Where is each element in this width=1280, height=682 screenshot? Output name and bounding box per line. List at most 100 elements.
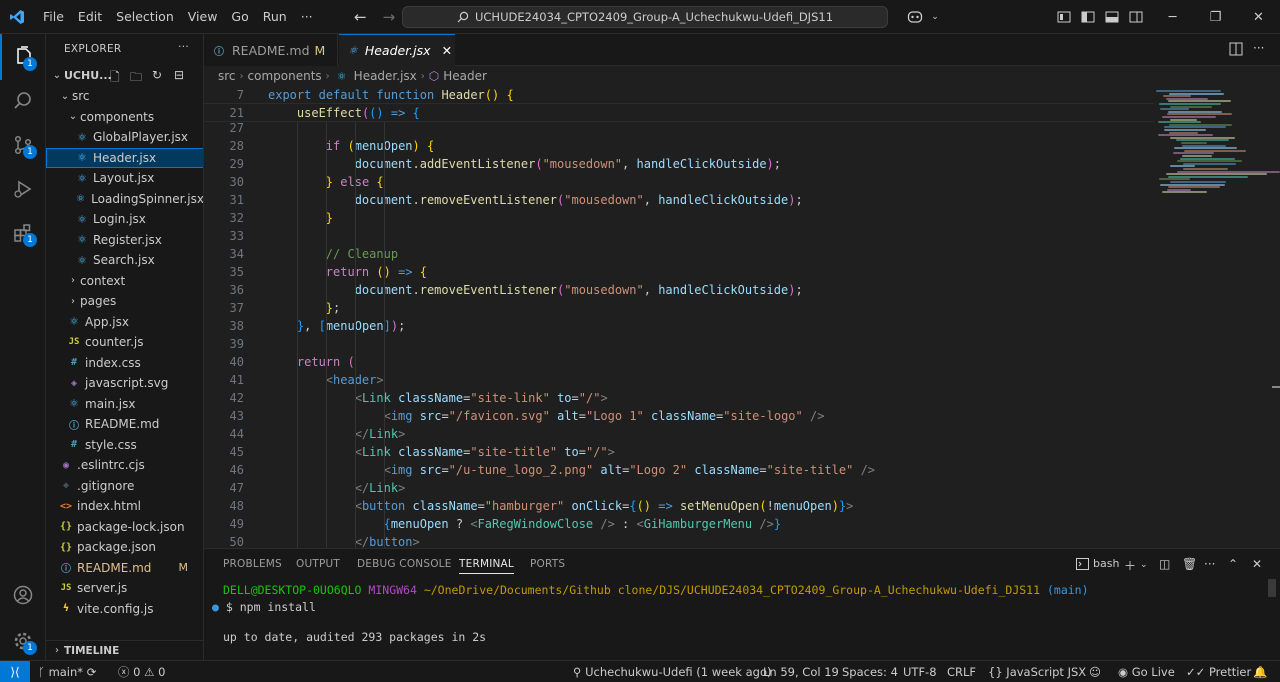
indentation[interactable]: Spaces: 4: [842, 661, 898, 682]
tab-readme[interactable]: ⓘ README.md M ●: [204, 34, 347, 66]
breadcrumb-symbol[interactable]: Header: [443, 69, 487, 83]
code-line[interactable]: 44 </Link>: [204, 425, 1154, 443]
copilot-icon[interactable]: [900, 0, 930, 34]
explorer-item-layout-jsx[interactable]: ⚛ Layout.jsx: [46, 168, 203, 189]
editor-scrollbar[interactable]: [1266, 86, 1280, 548]
close-tab-icon[interactable]: ✕: [442, 43, 452, 58]
explorer-item-vite-config-js[interactable]: ϟ vite.config.js: [46, 599, 203, 620]
go-live-button[interactable]: ◉ Go Live: [1118, 661, 1175, 682]
menu-item-more[interactable]: ···: [294, 0, 320, 34]
language-mode[interactable]: {} JavaScript JSX: [988, 661, 1086, 682]
explorer-activity-icon[interactable]: 1: [0, 34, 46, 80]
code-line[interactable]: 46 <img src="/u-tune_logo_2.png" alt="Lo…: [204, 461, 1154, 479]
explorer-item-readme-md[interactable]: ⓘ README.md: [46, 414, 203, 435]
restore-button[interactable]: ❐: [1194, 0, 1237, 34]
explorer-item-javascript-svg[interactable]: ◈ javascript.svg: [46, 373, 203, 394]
manage-gear-icon[interactable]: 1: [0, 618, 46, 664]
terminal-shell-selector[interactable]: bash: [1076, 557, 1119, 570]
collapse-all-icon[interactable]: ⊟: [174, 68, 184, 82]
line-endings[interactable]: CRLF: [947, 661, 976, 682]
tab-header-jsx[interactable]: ⚛ Header.jsx ✕: [339, 34, 455, 66]
panel-tab-debug-console[interactable]: DEBUG CONSOLE: [357, 558, 452, 570]
encoding[interactable]: UTF-8: [903, 661, 937, 682]
panel-tab-problems[interactable]: PROBLEMS: [223, 558, 282, 570]
explorer-item-globalplayer-jsx[interactable]: ⚛ GlobalPlayer.jsx: [46, 127, 203, 148]
code-line[interactable]: 35 return () => {: [204, 263, 1154, 281]
remote-indicator-icon[interactable]: ⟩⟨: [0, 661, 30, 682]
code-line[interactable]: 42 <Link className="site-link" to="/">: [204, 389, 1154, 407]
code-line[interactable]: 50 </button>: [204, 533, 1154, 548]
menu-item-file[interactable]: File: [36, 0, 71, 34]
chevron-down-icon[interactable]: ⌄: [930, 0, 940, 34]
source-control-activity-icon[interactable]: 1: [0, 122, 46, 168]
menu-item-go[interactable]: Go: [224, 0, 255, 34]
toggle-primary-sidebar-icon[interactable]: [1076, 0, 1100, 34]
minimap[interactable]: [1156, 86, 1280, 216]
panel-tab-ports[interactable]: PORTS: [530, 558, 565, 570]
chevron-down-icon[interactable]: ⌄: [1140, 560, 1148, 570]
code-editor[interactable]: 2728 if (menuOpen) {29 document.addEvent…: [204, 86, 1280, 548]
explorer-item-readme-md[interactable]: ⓘ README.md M: [46, 558, 203, 579]
sticky-scroll-line[interactable]: 7 export default function Header() {: [204, 86, 1154, 104]
explorer-item-style-css[interactable]: # style.css: [46, 435, 203, 456]
code-line[interactable]: 30 } else {: [204, 173, 1154, 191]
git-branch[interactable]: ᚴ main* ⟳: [38, 661, 96, 682]
explorer-item-index-html[interactable]: <> index.html: [46, 496, 203, 517]
menu-item-edit[interactable]: Edit: [71, 0, 109, 34]
back-arrow-icon[interactable]: ←: [346, 8, 375, 26]
split-editor-icon[interactable]: [1229, 42, 1243, 59]
panel-more-icon[interactable]: ···: [1204, 557, 1215, 571]
code-line[interactable]: 43 <img src="/favicon.svg" alt="Logo 1" …: [204, 407, 1154, 425]
code-line[interactable]: 39: [204, 335, 1154, 353]
code-line[interactable]: 28 if (menuOpen) {: [204, 137, 1154, 155]
command-center-search[interactable]: UCHUDE24034_CPTO2409_Group-A_Uchechukwu-…: [402, 6, 888, 28]
breadcrumb-src[interactable]: src: [218, 69, 236, 83]
close-window-button[interactable]: ✕: [1237, 0, 1280, 34]
explorer-item-context[interactable]: › context: [46, 271, 203, 292]
explorer-item-pages[interactable]: › pages: [46, 291, 203, 312]
terminal-scrollbar[interactable]: [1268, 579, 1276, 597]
code-line[interactable]: 34 // Cleanup: [204, 245, 1154, 263]
code-line[interactable]: 37 };: [204, 299, 1154, 317]
code-line[interactable]: 36 document.removeEventListener("mousedo…: [204, 281, 1154, 299]
chevron-right-icon[interactable]: ›: [66, 275, 80, 286]
new-terminal-plus-icon[interactable]: ＋: [1124, 557, 1136, 574]
maximize-panel-chevron-up-icon[interactable]: ⌃: [1228, 557, 1238, 571]
code-line[interactable]: 45 <Link className="site-title" to="/">: [204, 443, 1154, 461]
code-line[interactable]: 49 {menuOpen ? <FaRegWindowClose /> : <G…: [204, 515, 1154, 533]
code-line[interactable]: 29 document.addEventListener("mousedown"…: [204, 155, 1154, 173]
explorer-item-package-json[interactable]: {} package.json: [46, 537, 203, 558]
menu-item-selection[interactable]: Selection: [109, 0, 181, 34]
explorer-item-header-jsx[interactable]: ⚛ Header.jsx: [46, 147, 203, 168]
run-debug-activity-icon[interactable]: [0, 166, 46, 212]
cursor-position[interactable]: Ln 59, Col 19: [763, 661, 839, 682]
panel-tab-output[interactable]: OUTPUT: [296, 558, 340, 570]
prettier-status[interactable]: ✓✓ Prettier: [1186, 661, 1251, 682]
code-line[interactable]: 32 }: [204, 209, 1154, 227]
breadcrumb-file[interactable]: Header.jsx: [354, 69, 417, 83]
problems-indicator[interactable]: ⓧ 0 ⚠ 0: [118, 661, 165, 682]
explorer-item-server-js[interactable]: JS server.js: [46, 578, 203, 599]
chevron-right-icon[interactable]: ›: [66, 296, 80, 307]
explorer-item-login-jsx[interactable]: ⚛ Login.jsx: [46, 209, 203, 230]
explorer-item-components[interactable]: ⌄ components: [46, 107, 203, 128]
explorer-item-app-jsx[interactable]: ⚛ App.jsx: [46, 312, 203, 333]
code-line[interactable]: 48 <button className="hamburger" onClick…: [204, 497, 1154, 515]
code-line[interactable]: 33: [204, 227, 1154, 245]
explorer-item-loadingspinner-jsx[interactable]: ⚛ LoadingSpinner.jsx: [46, 189, 203, 210]
code-line[interactable]: 31 document.removeEventListener("mousedo…: [204, 191, 1154, 209]
sticky-scroll-line[interactable]: 21 useEffect(() => {: [204, 104, 1154, 122]
code-line[interactable]: 38 }, [menuOpen]);: [204, 317, 1154, 335]
explorer-item-eslintrc-cjs[interactable]: ◉ .eslintrc.cjs: [46, 455, 203, 476]
minimize-button[interactable]: ─: [1151, 0, 1194, 34]
customize-layout-icon[interactable]: [1052, 0, 1076, 34]
kill-terminal-trash-icon[interactable]: 🗑: [1182, 557, 1197, 571]
explorer-item-package-lock-json[interactable]: {} package-lock.json: [46, 517, 203, 538]
explorer-item-search-jsx[interactable]: ⚛ Search.jsx: [46, 250, 203, 271]
search-activity-icon[interactable]: [0, 78, 46, 124]
editor-more-actions-icon[interactable]: ···: [1253, 41, 1264, 55]
code-line[interactable]: 41 <header>: [204, 371, 1154, 389]
more-actions-icon[interactable]: ···: [178, 41, 189, 53]
panel-tab-terminal[interactable]: TERMINAL: [459, 558, 514, 574]
chevron-down-icon[interactable]: ⌄: [58, 91, 72, 102]
